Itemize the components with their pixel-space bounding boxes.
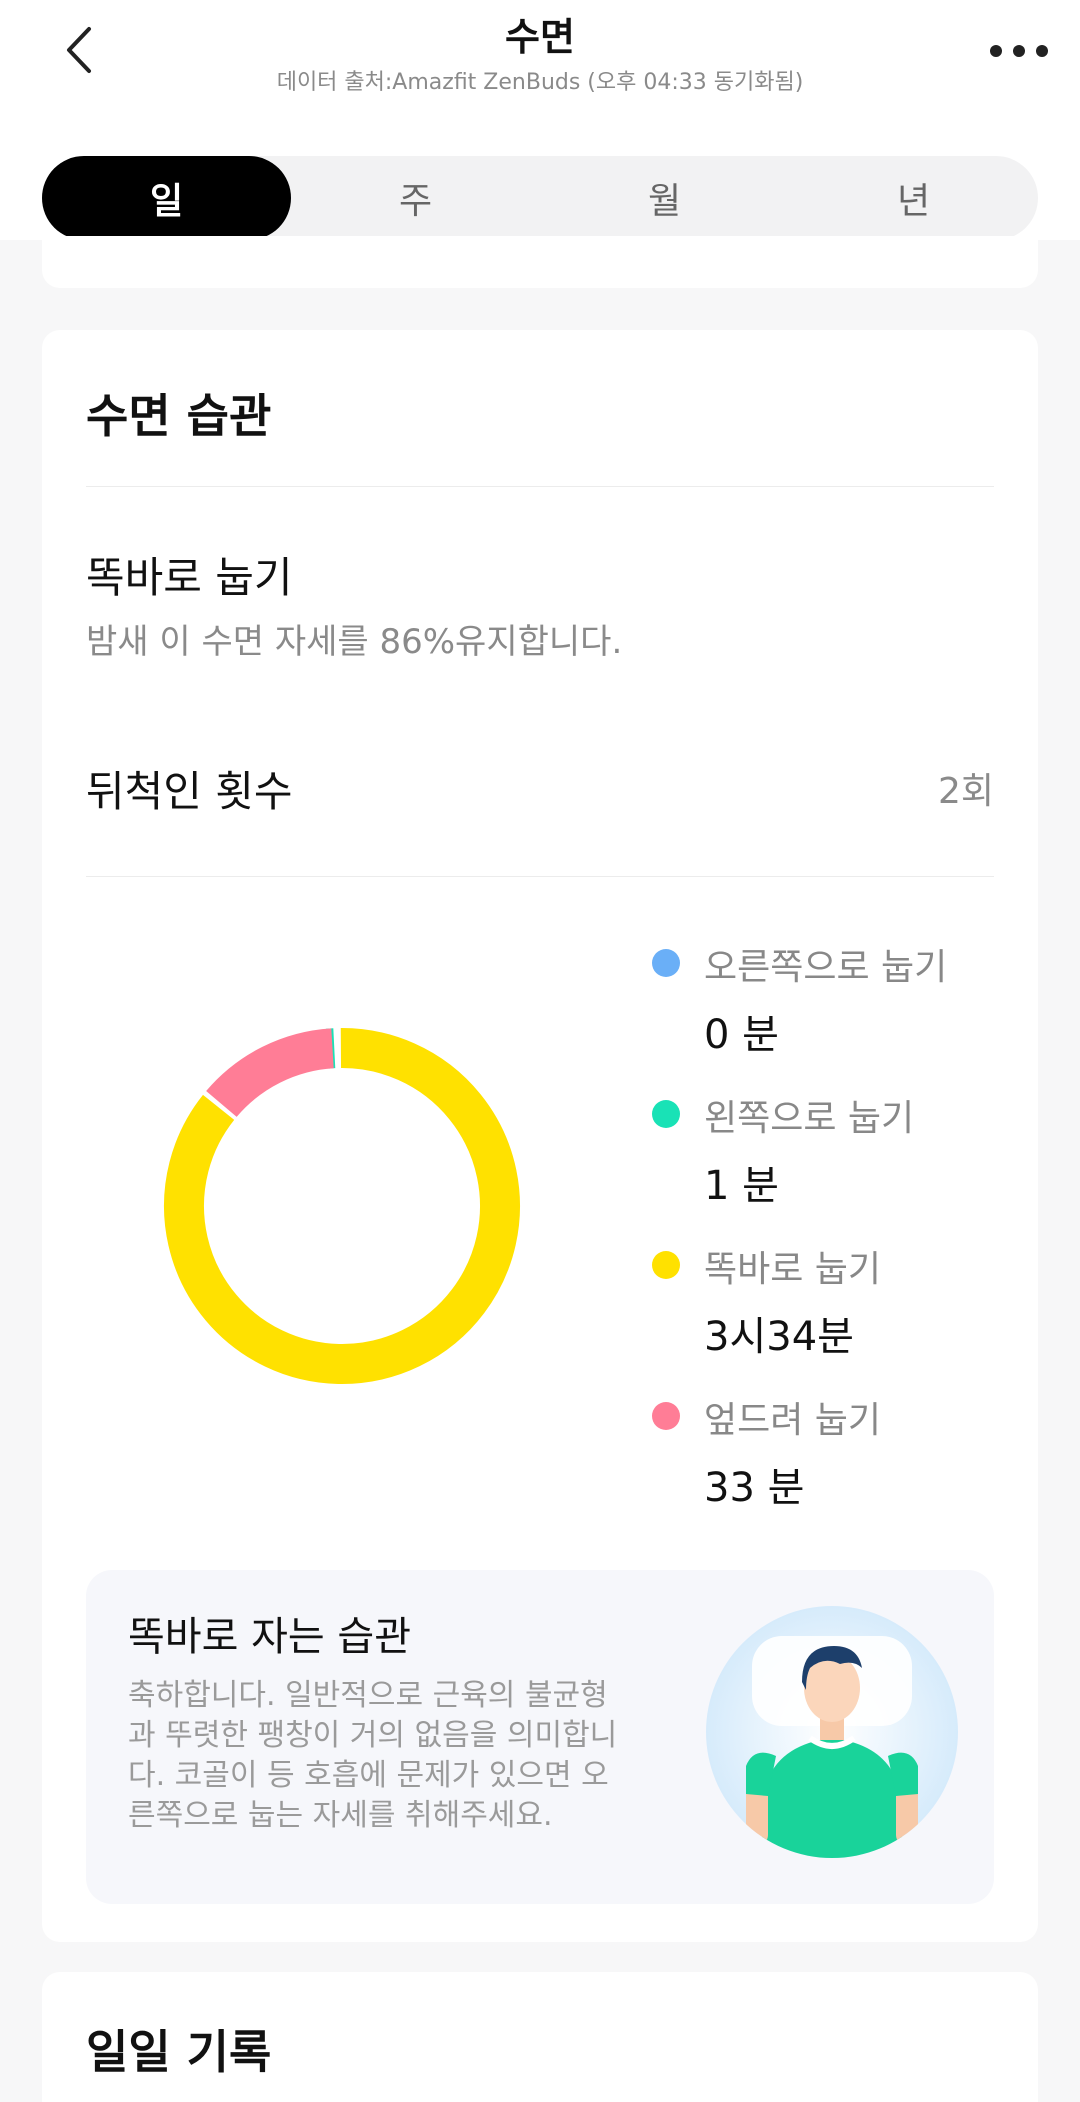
sleeping-person-illustration <box>706 1606 958 1858</box>
legend-item-supine: 똑바로 눕기 3시34분 <box>648 1232 1028 1383</box>
legend-dot <box>652 1402 680 1430</box>
turns-value: 2회 <box>938 762 994 814</box>
data-source-subtitle: 데이터 출처:Amazfit ZenBuds (오후 04:33 동기화됨) <box>0 64 1080 96</box>
legend-label: 왼쪽으로 눕기 <box>704 1089 914 1141</box>
legend-item-right: 오른쪽으로 눕기 0 분 <box>648 930 1028 1081</box>
more-horizontal-icon <box>989 44 1049 58</box>
previous-card-bottom <box>42 236 1038 288</box>
daily-record-title: 일일 기록 <box>86 2016 271 2082</box>
divider <box>86 876 994 877</box>
posture-description: 밤새 이 수면 자세를 86%유지합니다. <box>86 614 622 663</box>
legend-value: 3시34분 <box>704 1304 854 1362</box>
legend-item-prone: 엎드려 눕기 33 분 <box>648 1383 1028 1534</box>
card-title: 수면 습관 <box>86 380 271 446</box>
legend-dot <box>652 1100 680 1128</box>
legend-dot <box>652 1251 680 1279</box>
posture-legend: 오른쪽으로 눕기 0 분 왼쪽으로 눕기 1 분 똑바로 눕기 3시34분 엎드… <box>648 930 1028 1534</box>
tab-week[interactable]: 주 <box>291 156 540 240</box>
legend-value: 1 분 <box>704 1153 779 1211</box>
divider <box>86 486 994 487</box>
period-tabs: 일 주 월 년 <box>42 156 1038 240</box>
legend-dot <box>652 949 680 977</box>
legend-label: 똑바로 눕기 <box>704 1240 881 1292</box>
donut-segment <box>221 1048 332 1104</box>
sleep-habit-card: 수면 습관 똑바로 눕기 밤새 이 수면 자세를 86%유지합니다. 뒤척인 횟… <box>42 330 1038 1942</box>
legend-label: 엎드려 눕기 <box>704 1391 881 1443</box>
legend-value: 33 분 <box>704 1455 804 1513</box>
turns-label: 뒤척인 횟수 <box>86 758 293 819</box>
tab-year[interactable]: 년 <box>789 156 1038 240</box>
more-button[interactable] <box>984 26 1054 76</box>
legend-item-left: 왼쪽으로 눕기 1 분 <box>648 1081 1028 1232</box>
tip-title: 똑바로 자는 습관 <box>128 1604 411 1662</box>
legend-label: 오른쪽으로 눕기 <box>704 938 947 990</box>
tab-month[interactable]: 월 <box>540 156 789 240</box>
app-header: 수면 데이터 출처:Amazfit ZenBuds (오후 04:33 동기화됨… <box>0 0 1080 240</box>
page-title: 수면 <box>0 6 1080 61</box>
posture-title: 똑바로 눕기 <box>86 544 293 605</box>
tab-day[interactable]: 일 <box>42 156 291 240</box>
tip-body: 축하합니다. 일반적으로 근육의 불균형과 뚜렷한 팽창이 거의 없음을 의미합… <box>128 1676 628 1836</box>
posture-donut-chart <box>162 1026 522 1386</box>
legend-value: 0 분 <box>704 1002 779 1060</box>
daily-record-card: 일일 기록 <box>42 1972 1038 2102</box>
habit-tip-box: 똑바로 자는 습관 축하합니다. 일반적으로 근육의 불균형과 뚜렷한 팽창이 … <box>86 1570 994 1904</box>
